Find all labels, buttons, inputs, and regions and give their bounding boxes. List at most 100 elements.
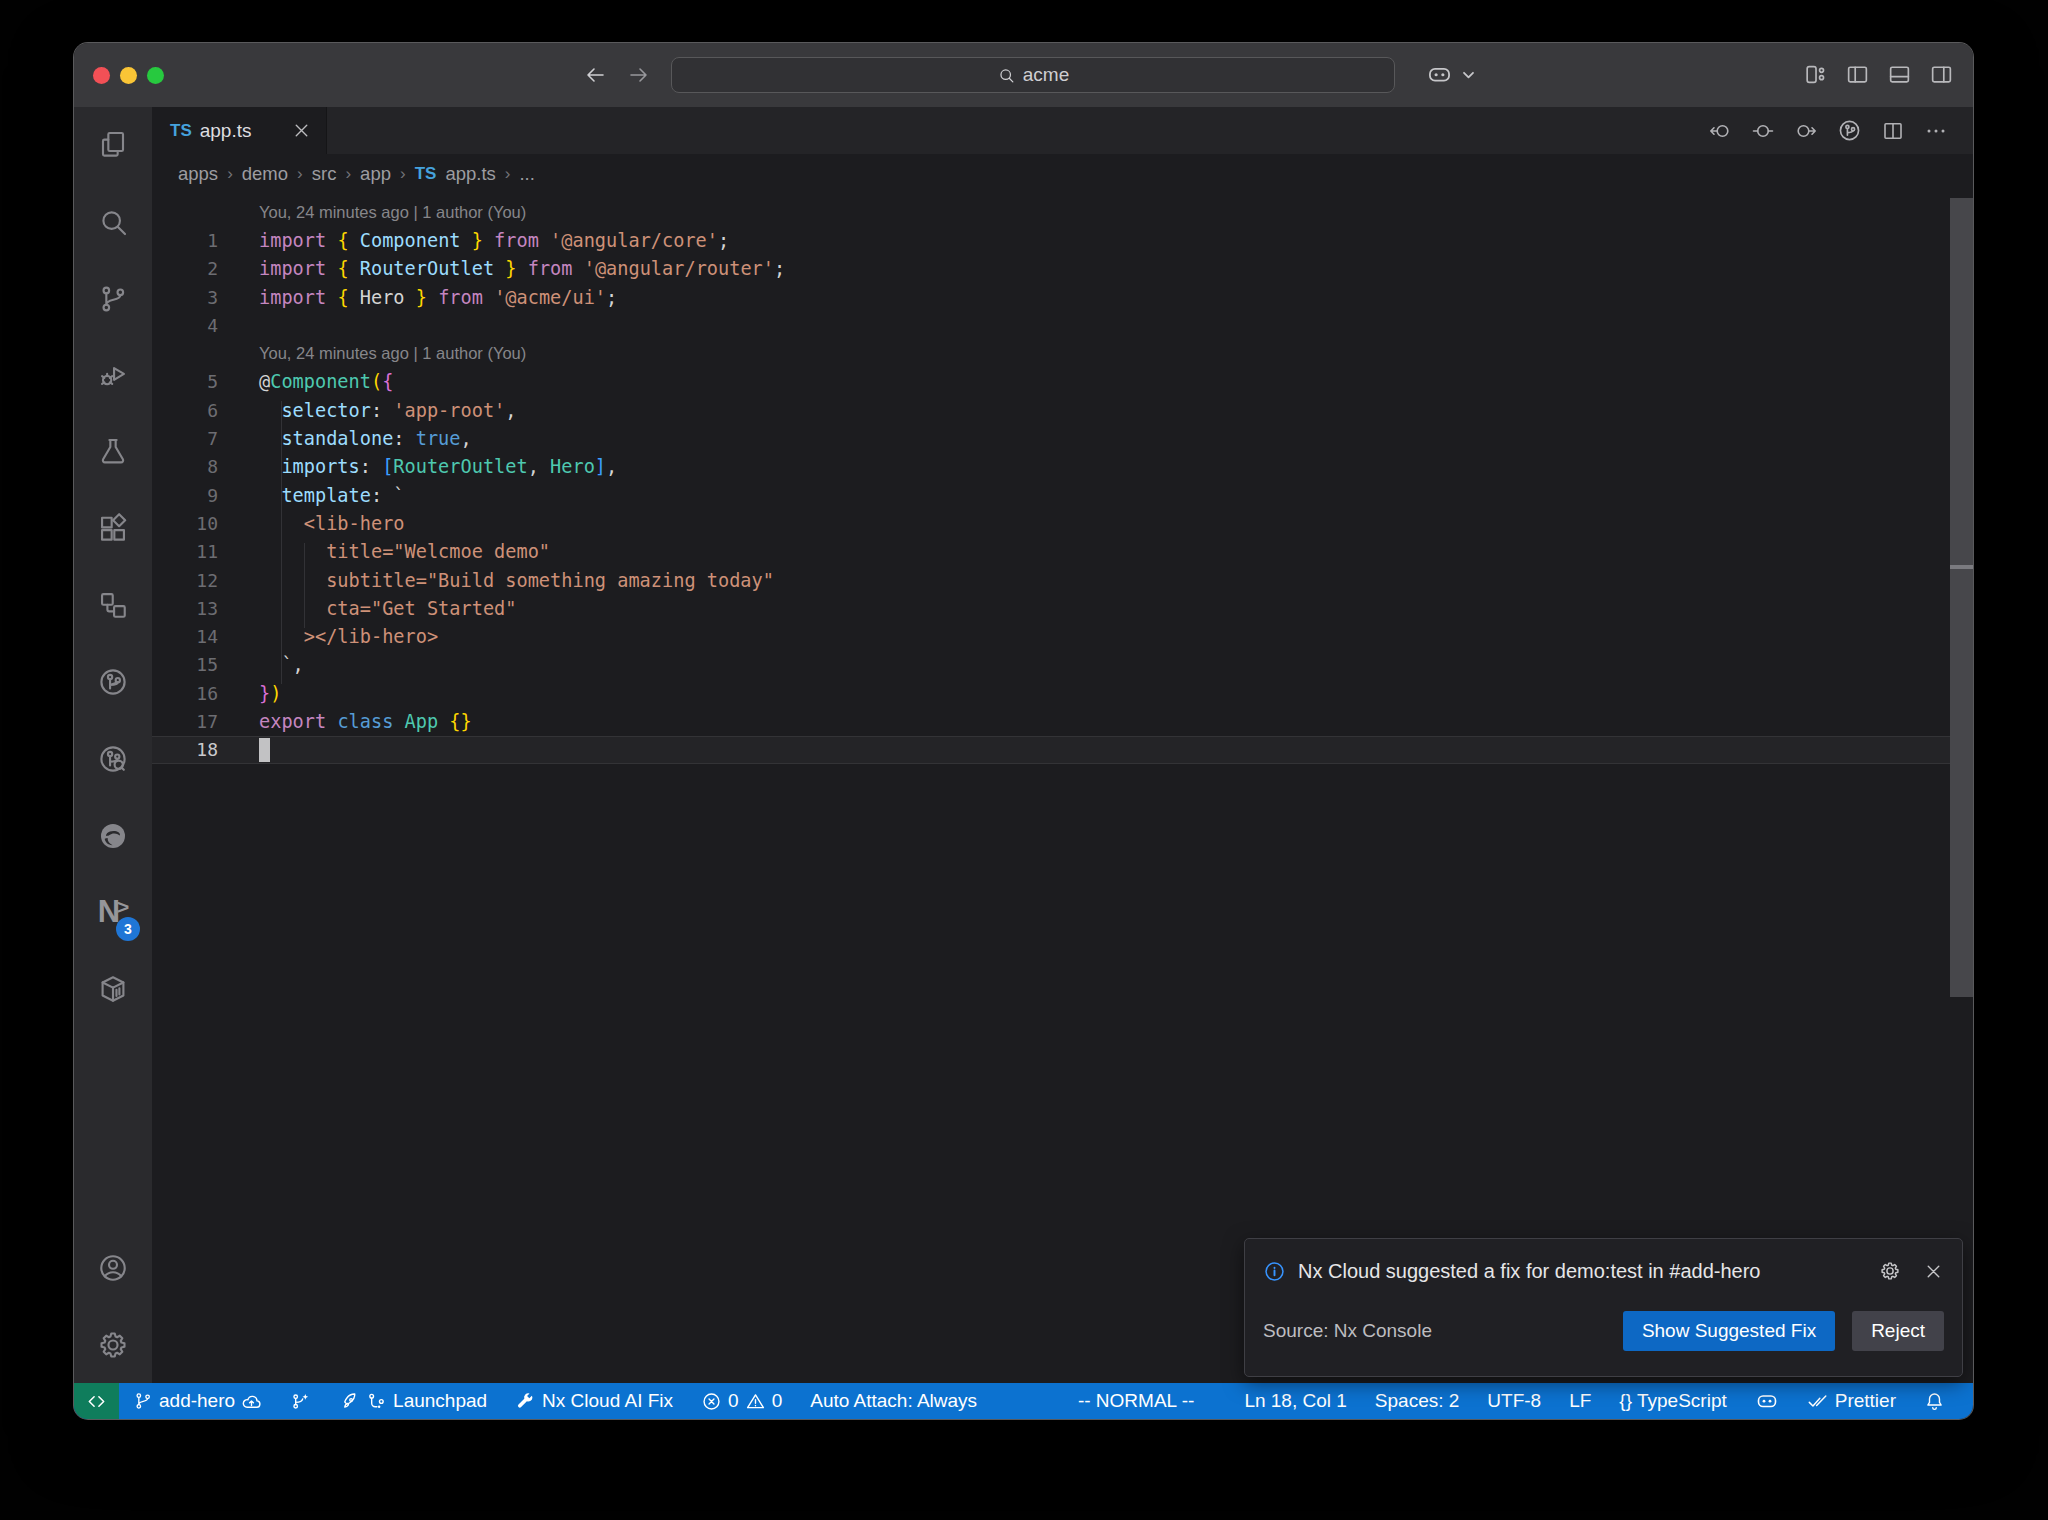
breadcrumb-demo[interactable]: demo: [242, 163, 288, 185]
breadcrumb-separator: ›: [505, 164, 511, 184]
copilot-icon: [1755, 1389, 1779, 1413]
wrench-icon: [515, 1391, 536, 1412]
code-line-7: 7 standalone: true,: [152, 424, 1973, 452]
activity-search[interactable]: [74, 184, 152, 261]
info-icon: [1263, 1260, 1286, 1283]
branch-sparkle-icon: [290, 1391, 311, 1412]
notification-settings-icon[interactable]: [1879, 1260, 1901, 1282]
code-line-12: 12 subtitle="Build something amazing tod…: [152, 566, 1973, 594]
activity-edge-browser[interactable]: [74, 797, 152, 874]
traffic-lights: [93, 43, 164, 107]
status-language-mode[interactable]: {} TypeScript: [1605, 1383, 1740, 1419]
notification-title: Nx Cloud suggested a fix for demo:test i…: [1298, 1260, 1867, 1283]
breadcrumb-apps[interactable]: apps: [178, 163, 218, 185]
activity-badge: 3: [116, 917, 140, 941]
breadcrumb-file[interactable]: app.ts: [445, 163, 495, 185]
status-cursor-position[interactable]: Ln 18, Col 1: [1230, 1383, 1360, 1419]
status-auto-attach[interactable]: Auto Attach: Always: [796, 1383, 991, 1419]
tab-app-ts[interactable]: TS app.ts: [152, 107, 327, 154]
typescript-file-icon: TS: [170, 121, 192, 141]
breadcrumb-app[interactable]: app: [360, 163, 391, 185]
status-copilot[interactable]: [1741, 1383, 1793, 1419]
activity-source-control[interactable]: [74, 260, 152, 337]
error-circle-icon: [701, 1391, 722, 1412]
status-problems[interactable]: 00: [687, 1383, 796, 1419]
checks-icon: [1807, 1390, 1829, 1412]
blame-annotation: You, 24 minutes ago | 1 author (You): [152, 198, 1973, 226]
breadcrumb-separator: ›: [227, 164, 233, 184]
cloud-up-icon: [241, 1391, 262, 1412]
activity-accounts[interactable]: [74, 1230, 152, 1307]
code-line-5: 5@Component({: [152, 368, 1973, 396]
nx-run-circle-icon[interactable]: [1837, 118, 1862, 143]
toggle-panel-right-icon[interactable]: [1929, 62, 1954, 87]
scrollbar-cursor-marker: [1950, 565, 1973, 569]
go-back-circle-icon[interactable]: [1708, 119, 1732, 143]
vscode-window: acme N>3 TS app.ts apps › demo › src › app › TS a…: [74, 43, 1973, 1419]
activity-bar: N>3: [74, 107, 152, 1383]
code-editor[interactable]: You, 24 minutes ago | 1 author (You)1imp…: [152, 193, 1973, 1383]
status-vim-mode[interactable]: -- NORMAL --: [1064, 1383, 1208, 1419]
reject-button[interactable]: Reject: [1852, 1311, 1944, 1351]
activity-testing[interactable]: [74, 414, 152, 491]
breadcrumb-symbol[interactable]: ...: [519, 163, 534, 185]
breadcrumb-separator: ›: [400, 164, 406, 184]
status-remote-indicator[interactable]: [74, 1383, 119, 1419]
activity-nx-graph[interactable]: [74, 644, 152, 721]
split-editor-icon[interactable]: [1881, 119, 1905, 143]
status-nx-cloud-ai-fix[interactable]: Nx Cloud AI Fix: [501, 1383, 687, 1419]
customize-layout-icon[interactable]: [1803, 62, 1828, 87]
command-center-search[interactable]: acme: [671, 57, 1395, 93]
status-git-graph[interactable]: [276, 1383, 325, 1419]
copilot-icon: [1426, 61, 1453, 88]
activity-settings[interactable]: [74, 1306, 152, 1383]
navigate-back-icon[interactable]: [583, 63, 607, 87]
navigate-forward-icon[interactable]: [627, 63, 651, 87]
status-launchpad[interactable]: Launchpad: [325, 1383, 501, 1419]
code-line-10: 10 <lib-hero: [152, 509, 1973, 537]
status-bar: add-hero LaunchpadNx Cloud AI Fix00Auto A…: [74, 1383, 1973, 1419]
status-formatter[interactable]: Prettier: [1793, 1383, 1910, 1419]
code-line-18: 18: [152, 736, 1973, 764]
code-line-1: 1import { Component } from '@angular/cor…: [152, 226, 1973, 254]
more-actions-icon[interactable]: [1924, 119, 1948, 143]
code-line-17: 17export class App {}: [152, 707, 1973, 735]
zoom-window-button[interactable]: [147, 67, 164, 84]
activity-nx-graph-search[interactable]: [74, 721, 152, 798]
status-indentation[interactable]: Spaces: 2: [1361, 1383, 1474, 1419]
code-line-6: 6 selector: 'app-root',: [152, 396, 1973, 424]
breadcrumb-separator: ›: [297, 164, 303, 184]
activity-extensions[interactable]: [74, 490, 152, 567]
warning-triangle-icon: [745, 1391, 766, 1412]
status-git-branch[interactable]: add-hero: [119, 1383, 276, 1419]
status-eol[interactable]: LF: [1555, 1383, 1605, 1419]
activity-containers[interactable]: [74, 951, 152, 1028]
minimize-window-button[interactable]: [120, 67, 137, 84]
code-line-3: 3import { Hero } from '@acme/ui';: [152, 283, 1973, 311]
remote-icon: [85, 1390, 108, 1413]
code-line-8: 8 imports: [RouterOutlet, Hero],: [152, 453, 1973, 481]
activity-project-graph[interactable]: [74, 567, 152, 644]
toggle-panel-left-icon[interactable]: [1845, 62, 1870, 87]
status-encoding[interactable]: UTF-8: [1473, 1383, 1555, 1419]
activity-nx-console[interactable]: N>3: [74, 874, 152, 951]
rocket-icon: [339, 1391, 360, 1412]
toggle-panel-bottom-icon[interactable]: [1887, 62, 1912, 87]
code-line-14: 14 ></lib-hero>: [152, 622, 1973, 650]
code-line-4: 4: [152, 311, 1973, 339]
blame-annotation: You, 24 minutes ago | 1 author (You): [152, 339, 1973, 367]
activity-run-and-debug[interactable]: [74, 337, 152, 414]
status-notifications-bell[interactable]: [1910, 1383, 1959, 1419]
show-suggested-fix-button[interactable]: Show Suggested Fix: [1623, 1311, 1835, 1351]
breadcrumb-src[interactable]: src: [312, 163, 337, 185]
close-tab-icon[interactable]: [291, 120, 312, 141]
activity-explorer[interactable]: [74, 107, 152, 184]
scrollbar-thumb[interactable]: [1950, 198, 1973, 997]
circle-dash-icon[interactable]: [1751, 119, 1775, 143]
branch-dot-icon: [366, 1391, 387, 1412]
notification-close-icon[interactable]: [1923, 1261, 1944, 1282]
close-window-button[interactable]: [93, 67, 110, 84]
circle-arrow-icon[interactable]: [1794, 119, 1818, 143]
search-icon: [997, 66, 1016, 85]
copilot-menu[interactable]: [1426, 61, 1482, 88]
